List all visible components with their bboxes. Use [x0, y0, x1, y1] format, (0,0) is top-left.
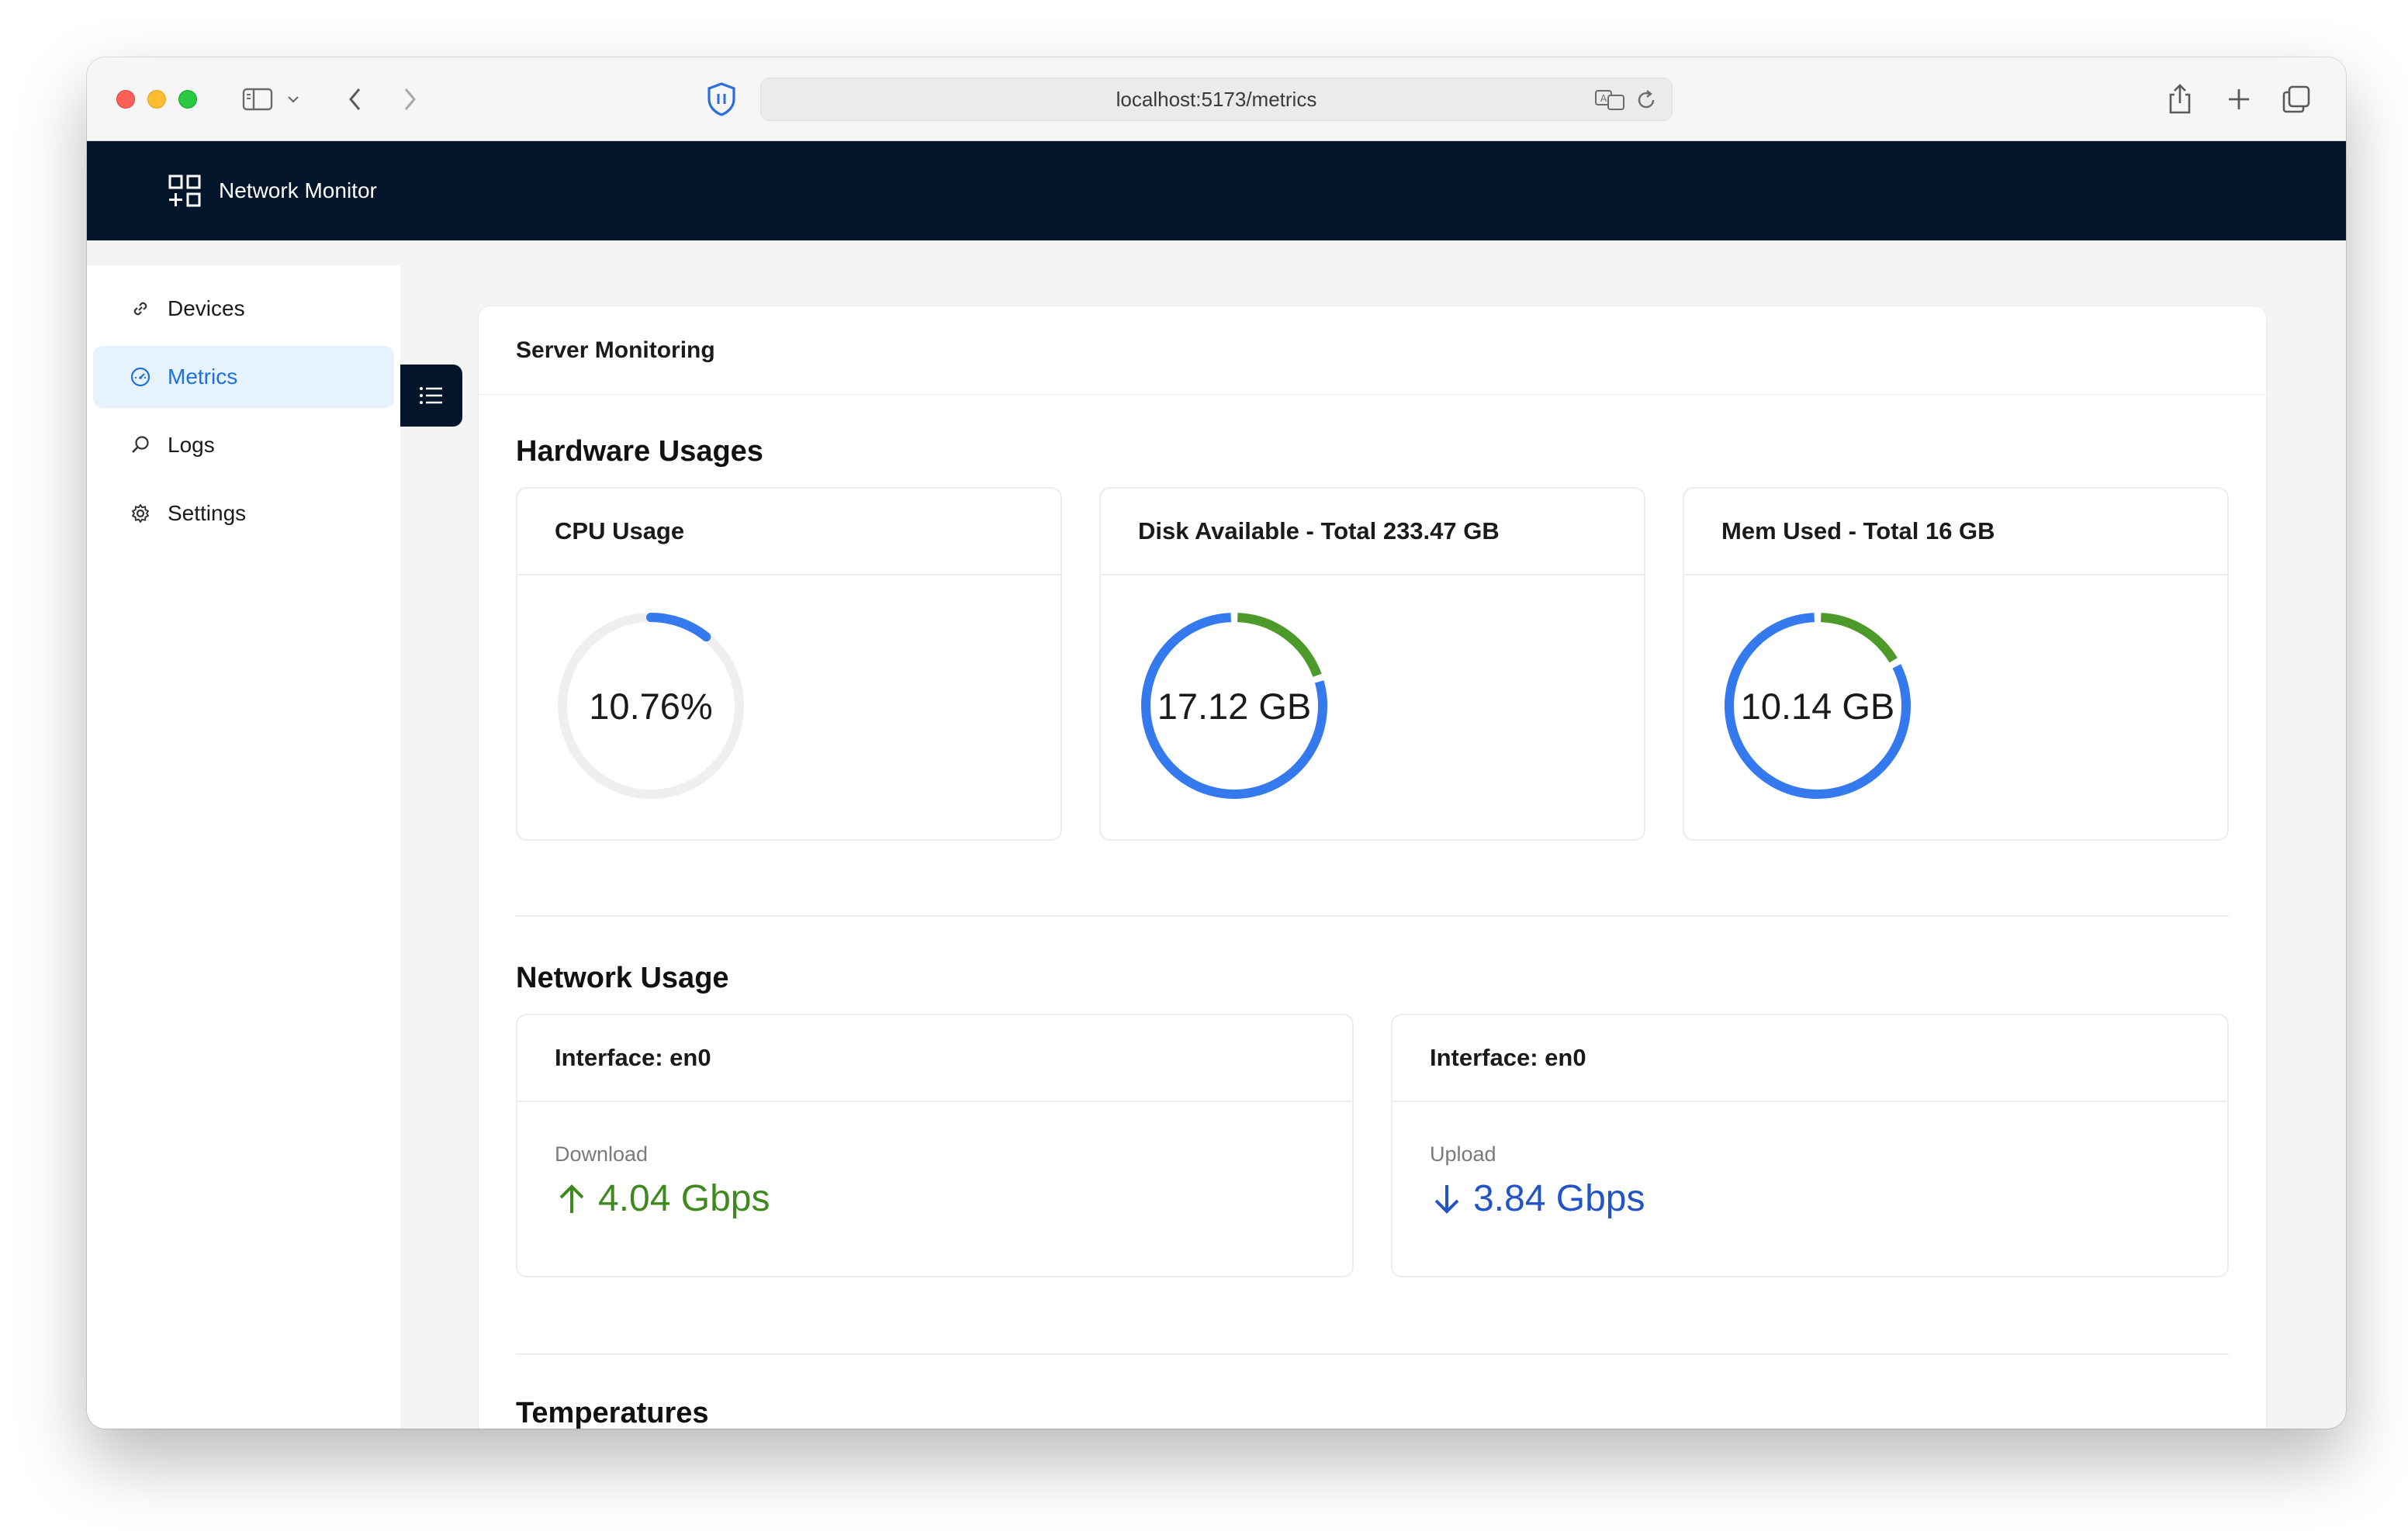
sidebar: Devices Metrics Logs Settings	[87, 265, 400, 1429]
mem-used-value: 10.14 GB	[1740, 685, 1895, 727]
disk-gauge: 17.12 GB	[1138, 610, 1330, 802]
sidebar-item-label: Logs	[168, 433, 215, 457]
sidebar-item-settings[interactable]: Settings	[93, 482, 394, 544]
network-upload-card: Interface: en0 Upload 3.84 Gbps	[1391, 1014, 2229, 1277]
translate-icon[interactable]: A	[1594, 88, 1627, 118]
sidebar-toggle-icon[interactable]	[239, 81, 276, 118]
mem-used-title: Mem Used - Total 16 GB	[1684, 489, 2227, 575]
tab-overview-icon[interactable]	[2278, 81, 2315, 118]
network-download-card: Interface: en0 Download 4.04 Gbps	[516, 1014, 1354, 1277]
cpu-usage-value: 10.76%	[589, 685, 713, 727]
temperatures-section: Temperatures	[479, 1397, 2266, 1429]
search-icon	[129, 434, 152, 457]
temperatures-section-title: Temperatures	[516, 1397, 709, 1429]
chevron-down-icon[interactable]	[284, 81, 303, 118]
mem-gauge: 10.14 GB	[1721, 610, 1914, 802]
download-value-row: 4.04 Gbps	[555, 1177, 1352, 1220]
server-monitoring-card: Server Monitoring Hardware Usages CPU Us…	[478, 306, 2267, 1429]
sidebar-item-label: Metrics	[168, 365, 238, 389]
sidebar-collapse-button[interactable]	[400, 365, 462, 427]
minimize-window-button[interactable]	[147, 90, 166, 109]
disk-available-title: Disk Available - Total 233.47 GB	[1101, 489, 1644, 575]
hardware-section: Hardware Usages CPU Usage 10.76% Disk Av…	[479, 435, 2266, 841]
app-brand[interactable]: Network Monitor	[219, 178, 377, 203]
reload-icon[interactable]	[1635, 88, 1658, 118]
network-section-title: Network Usage	[516, 962, 729, 994]
network-section: Network Usage Interface: en0 Download 4.…	[479, 962, 2266, 1277]
sidebar-item-label: Settings	[168, 501, 247, 525]
mem-used-card: Mem Used - Total 16 GB 10.14 GB	[1683, 487, 2229, 841]
dashboard-icon	[129, 365, 152, 389]
section-divider	[516, 915, 2229, 917]
svg-text:A: A	[1600, 93, 1607, 104]
window-controls	[116, 90, 197, 109]
interface-title: Interface: en0	[1393, 1015, 2227, 1102]
sidebar-item-label: Devices	[168, 296, 245, 320]
upload-value: 3.84 Gbps	[1473, 1178, 1645, 1219]
disk-available-card: Disk Available - Total 233.47 GB 17.12 G…	[1099, 487, 1645, 841]
sidebar-item-devices[interactable]: Devices	[93, 278, 394, 340]
disk-available-value: 17.12 GB	[1157, 685, 1312, 727]
upload-label: Upload	[1430, 1142, 1496, 1166]
arrow-down-icon	[1434, 1184, 1459, 1214]
app-logo-icon	[168, 175, 201, 207]
privacy-shield-icon[interactable]	[704, 81, 739, 122]
new-tab-icon[interactable]	[2220, 81, 2258, 118]
browser-toolbar: localhost:5173/metrics A	[87, 57, 2346, 141]
app-header: Network Monitor	[87, 141, 2346, 240]
forward-icon[interactable]	[394, 81, 425, 118]
sidebar-item-logs[interactable]: Logs	[93, 414, 394, 476]
cpu-usage-card: CPU Usage 10.76%	[516, 487, 1062, 841]
close-window-button[interactable]	[116, 90, 135, 109]
section-divider	[516, 1353, 2229, 1355]
cpu-gauge: 10.76%	[555, 610, 747, 802]
url-text: localhost:5173/metrics	[1116, 87, 1317, 111]
download-value: 4.04 Gbps	[598, 1178, 770, 1219]
browser-window: localhost:5173/metrics A Network Monitor…	[87, 57, 2346, 1429]
cpu-usage-title: CPU Usage	[517, 489, 1060, 575]
link-icon	[129, 297, 152, 320]
list-icon	[420, 387, 442, 404]
back-icon[interactable]	[340, 81, 371, 118]
zoom-window-button[interactable]	[178, 90, 197, 109]
hardware-section-title: Hardware Usages	[516, 435, 763, 468]
arrow-up-icon	[559, 1184, 584, 1213]
sidebar-item-metrics[interactable]: Metrics	[93, 346, 394, 408]
download-label: Download	[555, 1142, 649, 1166]
upload-value-row: 3.84 Gbps	[1430, 1177, 2227, 1220]
interface-title: Interface: en0	[517, 1015, 1352, 1102]
share-icon[interactable]	[2161, 81, 2199, 118]
gear-icon	[129, 502, 152, 525]
address-bar[interactable]: localhost:5173/metrics A	[760, 78, 1673, 121]
page-title: Server Monitoring	[479, 306, 2266, 395]
